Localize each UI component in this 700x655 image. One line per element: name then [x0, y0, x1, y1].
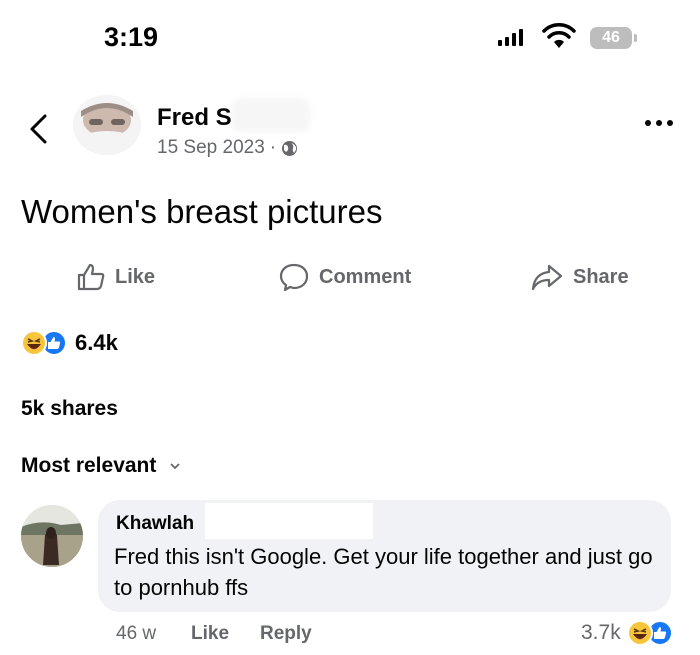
like-icon [77, 263, 105, 291]
chevron-down-icon [170, 463, 181, 470]
globe-icon [282, 140, 298, 156]
post-date: 15 Sep 2023 [157, 137, 265, 158]
share-button[interactable]: Share [530, 262, 629, 292]
status-time: 3:19 [104, 22, 159, 52]
comment-reply-button[interactable]: Reply [260, 623, 312, 645]
author-avatar[interactable] [73, 95, 141, 155]
comment-button[interactable]: Comment [278, 262, 411, 292]
comment-sort-dropdown[interactable]: Most relevant [21, 454, 181, 478]
comment-icon [279, 263, 309, 292]
meta-separator: · [269, 137, 277, 158]
comment-label: Comment [319, 265, 412, 288]
reaction-summary[interactable]: 6.4k [21, 330, 118, 356]
comment-text: Fred this isn't Google. Get your life to… [114, 544, 653, 600]
back-chevron-icon[interactable] [26, 112, 52, 146]
wifi-icon [542, 23, 576, 48]
post-text: Women's breast pictures [21, 193, 383, 230]
post-author-name[interactable]: Fred S [157, 104, 232, 132]
comment-reaction-count: 3.7k [581, 621, 621, 644]
share-label: Share [573, 265, 629, 288]
more-icon[interactable] [645, 120, 673, 126]
sort-label: Most relevant [21, 454, 157, 477]
share-icon [531, 264, 563, 291]
comment-time: 46 w [116, 623, 157, 644]
share-count[interactable]: 5k shares [21, 397, 118, 421]
reaction-count: 6.4k [75, 330, 118, 355]
comment-like-button[interactable]: Like [191, 623, 229, 645]
post-meta: 15 Sep 2023 · [157, 137, 298, 159]
redaction-blur [232, 98, 310, 132]
commenter-avatar[interactable] [21, 505, 83, 567]
commenter-name[interactable]: Khawlah [116, 513, 194, 535]
haha-reaction-icon [21, 330, 47, 356]
comment-reactions[interactable]: 3.7k [581, 620, 673, 646]
like-label: Like [115, 265, 156, 288]
cellular-signal-icon [498, 29, 523, 46]
redaction-patch [205, 503, 373, 539]
battery-indicator: 46 [590, 27, 637, 49]
haha-reaction-icon [626, 620, 653, 646]
like-button[interactable]: Like [76, 262, 155, 292]
